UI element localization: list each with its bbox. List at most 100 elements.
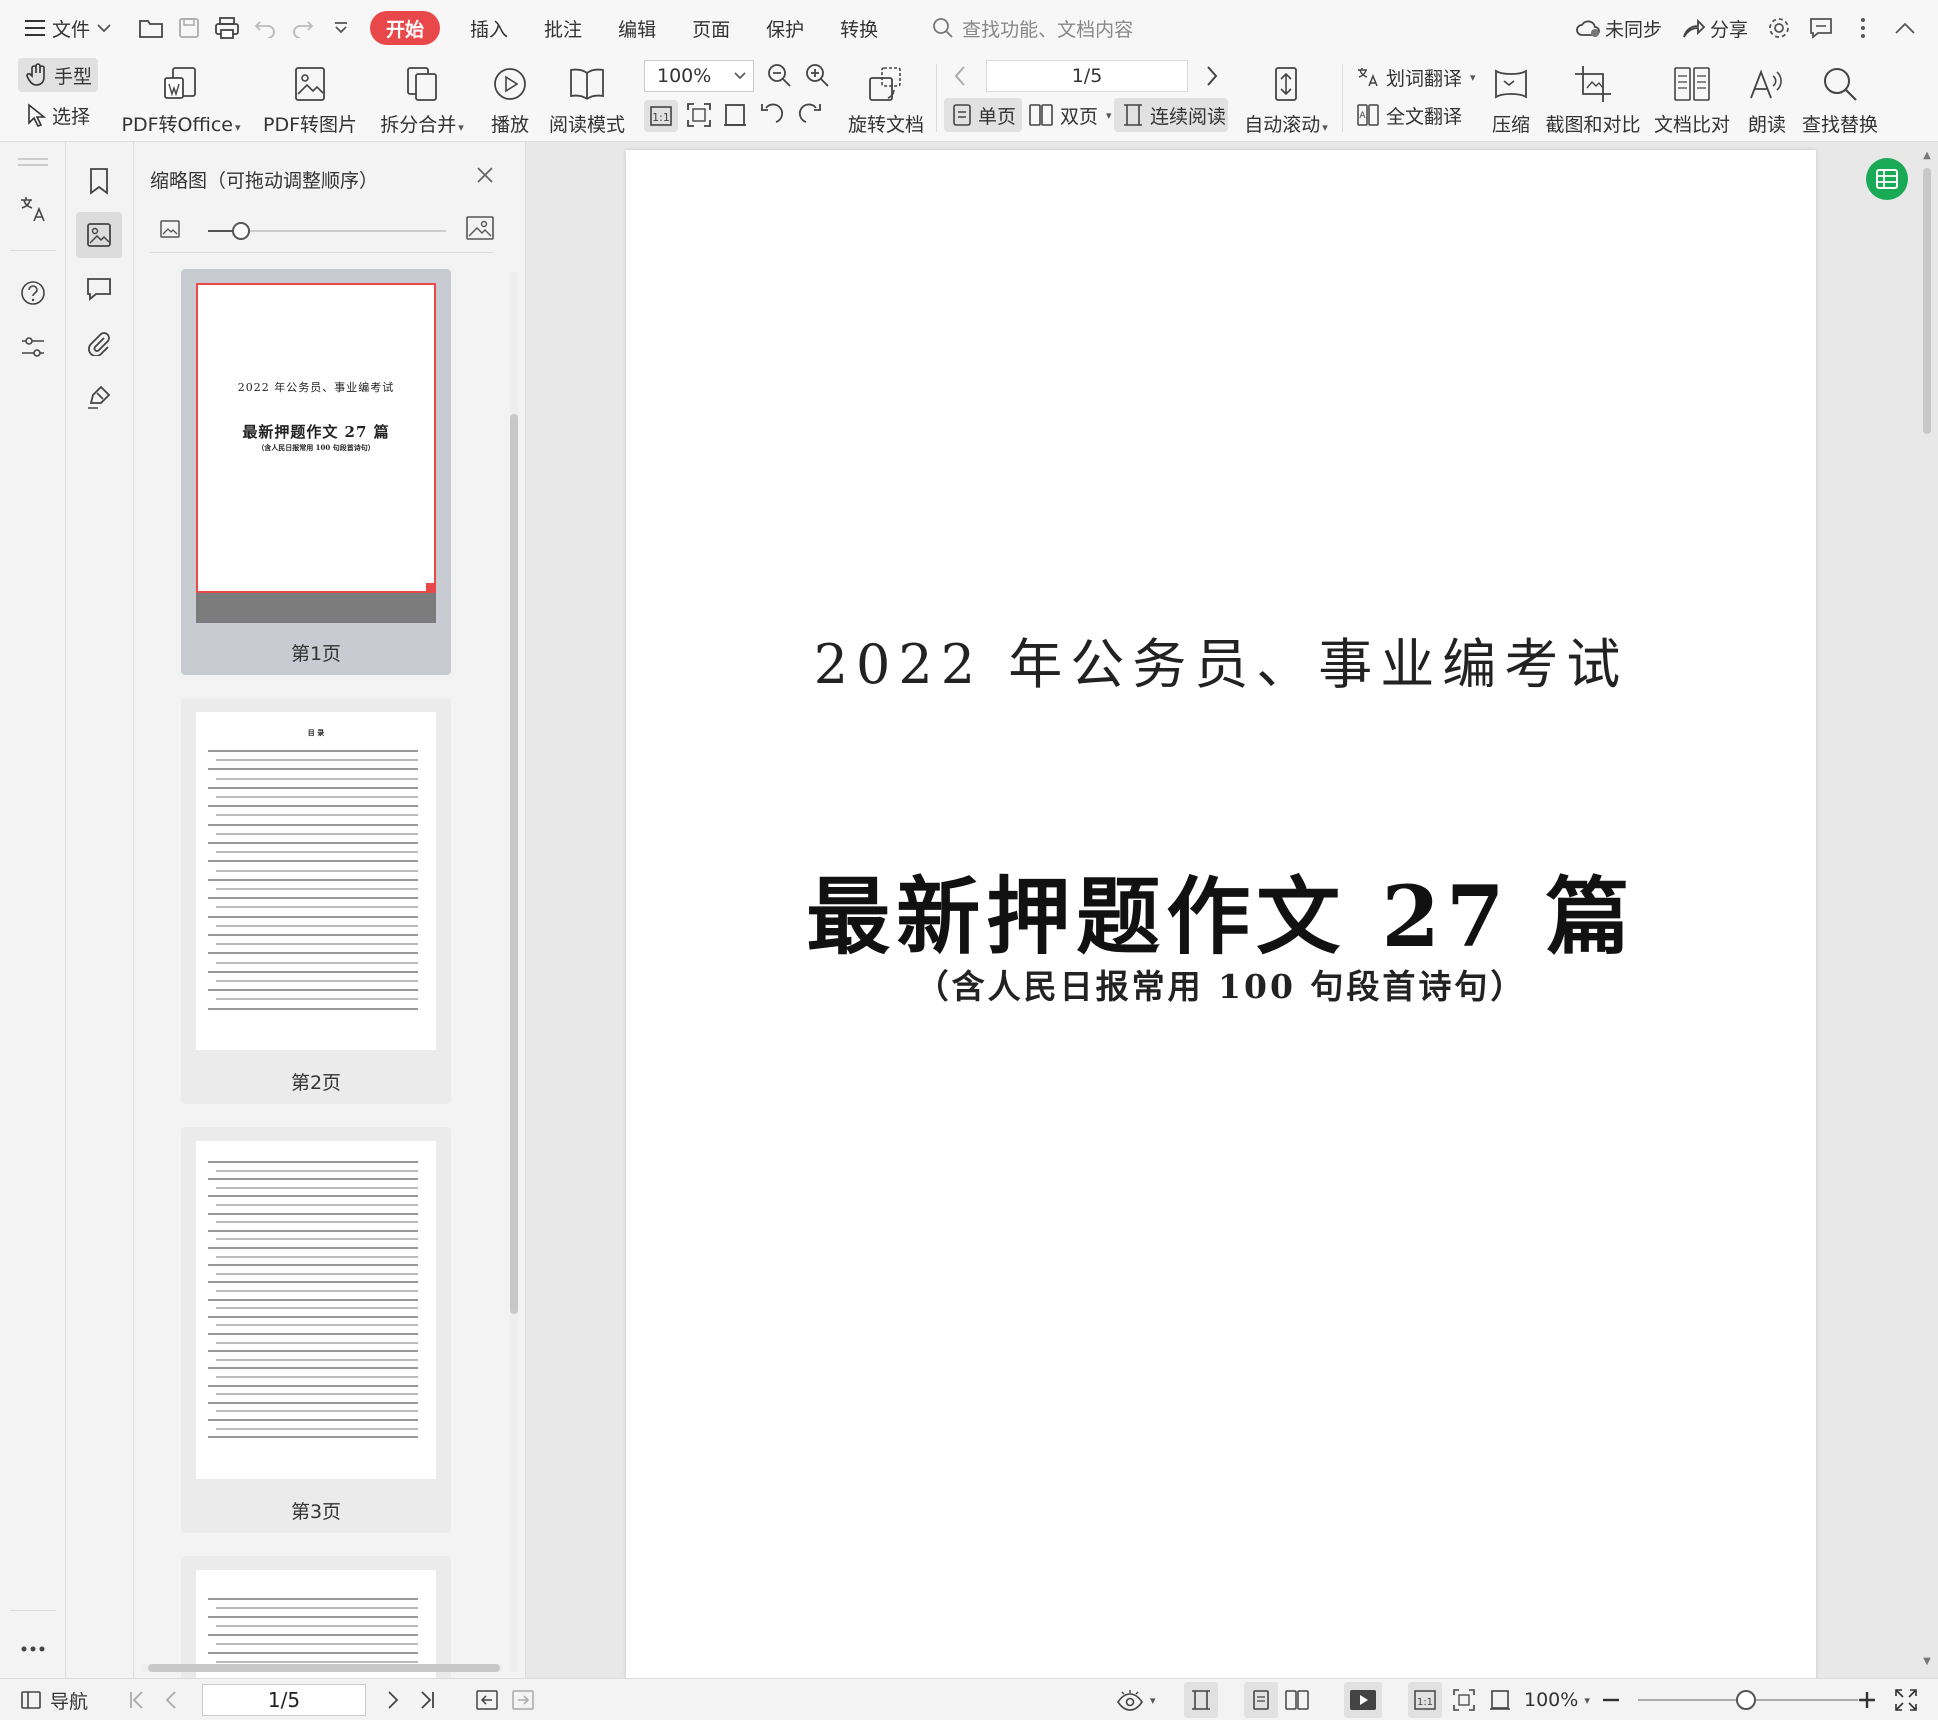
split-merge-button[interactable]: 拆分合并 ▾ [376,60,468,137]
small-image-icon[interactable] [160,220,180,238]
actual-size-icon[interactable]: 1:1 [644,100,678,132]
zoom-out-minus-icon[interactable] [1602,1679,1620,1720]
rotate-right-icon[interactable] [796,102,822,126]
collapse-ribbon-icon[interactable] [1886,8,1924,48]
fullscreen-icon[interactable] [1894,1679,1918,1720]
undo-icon[interactable] [246,8,284,48]
double-page-view-icon[interactable] [1284,1679,1310,1720]
document-scrollbar-track[interactable]: ▲ ▼ [1920,150,1934,1670]
eye-protect-button[interactable]: ▾ [1116,1679,1156,1720]
tab-page[interactable]: 页面 [674,8,748,48]
thumbnail-icon[interactable] [76,212,122,258]
single-page-button[interactable]: 单页 [944,98,1022,132]
zoom-in-icon[interactable] [804,62,832,90]
tab-protect[interactable]: 保护 [748,8,822,48]
slider-handle[interactable] [232,222,250,240]
first-page-icon[interactable] [128,1679,146,1720]
word-translate-button[interactable]: 划词翻译 ▾ [1356,60,1476,94]
large-image-icon[interactable] [466,216,494,240]
prev-page-icon[interactable] [164,1679,178,1720]
next-page-icon[interactable] [1204,64,1220,88]
close-icon[interactable] [474,164,496,186]
thumbnail-scrollbar-track[interactable] [510,272,518,1672]
save-icon[interactable] [170,8,208,48]
thumbnail-hscroll-track[interactable] [142,1664,502,1672]
scroll-down-arrow-icon[interactable]: ▼ [1922,1656,1932,1670]
document-scrollbar-thumb[interactable] [1923,168,1931,434]
page-number-input[interactable]: 1/5 [986,60,1188,92]
thumbnail-page-1[interactable]: 2022 年公务员、事业编考试 最新押题作文 27 篇 （含人民日报常用 100… [181,269,451,675]
adjust-sliders-icon[interactable] [10,324,56,370]
screenshot-compare-button[interactable]: 截图和对比 [1546,60,1641,137]
bookmark-icon[interactable] [76,158,122,204]
quick-access-dropdown-icon[interactable] [322,8,360,48]
signature-pen-icon[interactable] [76,374,122,420]
thumbnail-page-3[interactable]: 第3页 [181,1127,451,1533]
print-icon[interactable] [208,8,246,48]
share-button[interactable]: 分享 [1674,8,1756,48]
double-page-button[interactable]: 双页 ▾ [1028,98,1112,132]
thumbnail-page-2[interactable]: 目 录 第2页 [181,698,451,1104]
find-replace-button[interactable]: 查找替换 [1802,60,1878,137]
continuous-view-icon[interactable] [1184,1682,1218,1718]
file-menu-button[interactable]: 文件 [16,8,120,48]
pdf-to-office-button[interactable]: PDF转Office ▾ [122,60,241,137]
doc-compare-button[interactable]: 文档比对 [1654,60,1730,137]
more-dots-icon[interactable] [10,1626,56,1672]
zoom-select[interactable]: 100% [644,60,754,92]
pdf-to-image-button[interactable]: PDF转图片 [262,60,358,137]
fit-page-icon[interactable] [1452,1679,1476,1720]
zoom-in-plus-icon[interactable] [1858,1679,1876,1720]
select-tool-button[interactable]: 选择 [26,98,90,132]
rotate-left-icon[interactable] [760,102,786,126]
tab-insert[interactable]: 插入 [452,8,526,48]
compress-button[interactable]: 压缩 [1488,60,1534,137]
auto-scroll-button[interactable]: 自动滚动 ▾ [1238,60,1334,137]
more-vertical-icon[interactable] [1844,8,1882,48]
translate-side-icon[interactable] [10,186,56,232]
comment-icon[interactable] [76,266,122,312]
zoom-slider[interactable] [1638,1679,1858,1720]
next-page-icon[interactable] [386,1679,400,1720]
single-page-view-icon[interactable] [1244,1682,1278,1718]
tab-convert[interactable]: 转换 [822,8,896,48]
fit-width-icon[interactable] [1488,1679,1512,1720]
fit-width-icon[interactable] [722,102,748,128]
table-extract-badge[interactable] [1866,158,1908,200]
hand-tool-button[interactable]: 手型 [18,58,98,92]
thumbnail-page-4[interactable] [181,1556,451,1678]
help-icon[interactable] [10,270,56,316]
continuous-read-button[interactable]: 连续阅读 [1114,98,1228,132]
zoom-slider-handle[interactable] [1736,1690,1756,1710]
sync-button[interactable]: 未同步 [1567,8,1670,48]
thumbnail-size-slider[interactable] [208,222,446,240]
read-mode-button[interactable]: 阅读模式 [548,60,626,137]
navigation-toggle-button[interactable]: 导航 [20,1679,88,1720]
read-aloud-button[interactable]: 朗读 [1744,60,1790,137]
tab-edit[interactable]: 编辑 [600,8,674,48]
attachment-paperclip-icon[interactable] [76,320,122,366]
go-back-icon[interactable] [476,1679,498,1720]
slideshow-play-icon[interactable] [1344,1682,1382,1718]
thumbnail-scrollbar-thumb[interactable] [510,414,518,1314]
zoom-out-icon[interactable] [766,62,794,90]
status-zoom-select[interactable]: 100% ▾ [1524,1679,1590,1720]
open-folder-icon[interactable] [132,8,170,48]
document-viewer[interactable]: 2022 年公务员、事业编考试 最新押题作文 27 篇 （含人民日报常用 100… [526,142,1938,1678]
tab-start[interactable]: 开始 [370,11,441,45]
message-icon[interactable] [1802,8,1840,48]
search-box[interactable]: 查找功能、文档内容 [932,15,1133,42]
fit-page-icon[interactable] [686,102,712,128]
go-forward-icon[interactable] [512,1679,534,1720]
rotate-document-button[interactable]: 旋转文档 [846,60,926,137]
actual-size-icon[interactable]: 1:1 [1408,1682,1442,1718]
tab-annotate[interactable]: 批注 [526,8,600,48]
thumbnail-hscroll-thumb[interactable] [148,1664,500,1672]
full-translate-button[interactable]: A 全文翻译 [1356,98,1462,132]
scroll-up-arrow-icon[interactable]: ▲ [1922,150,1932,164]
status-page-input[interactable]: 1/5 [202,1684,366,1716]
prev-page-icon[interactable] [952,64,968,88]
redo-icon[interactable] [284,8,322,48]
last-page-icon[interactable] [418,1679,436,1720]
settings-gear-icon[interactable] [1760,8,1798,48]
